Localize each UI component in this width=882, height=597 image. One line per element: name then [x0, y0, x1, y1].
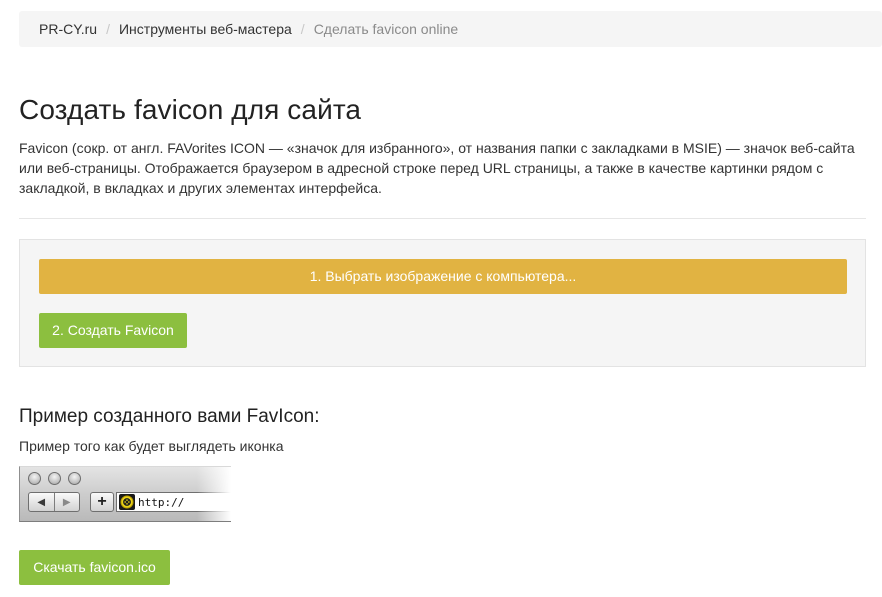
- divider: [19, 218, 866, 219]
- download-favicon-button[interactable]: Скачать favicon.ico: [19, 550, 170, 585]
- browser-address-bar: http://: [116, 492, 231, 512]
- forward-arrow-icon: ▶: [53, 493, 80, 511]
- window-minimize-dot: [48, 472, 61, 485]
- breadcrumb-separator: /: [106, 21, 110, 37]
- browser-preview: ◀ ▶ + http://: [19, 466, 231, 522]
- window-zoom-dot: [68, 472, 81, 485]
- example-subtitle: Пример того как будет выглядеть иконка: [19, 438, 284, 454]
- breadcrumb-separator: /: [300, 21, 305, 37]
- breadcrumb: PR-CY.ru / Инструменты веб-мастера / Сде…: [19, 11, 882, 47]
- window-close-dot: [28, 472, 41, 485]
- breadcrumb-link-home[interactable]: PR-CY.ru: [39, 21, 97, 37]
- favicon-preview-icon: [119, 494, 135, 510]
- create-favicon-button[interactable]: 2. Создать Favicon: [39, 313, 187, 348]
- breadcrumb-current: Сделать favicon online: [313, 21, 459, 37]
- browser-nav-buttons: ◀ ▶: [28, 492, 80, 512]
- page-title: Создать favicon для сайта: [19, 94, 362, 125]
- breadcrumb-link-tools[interactable]: Инструменты веб-мастера: [119, 21, 292, 37]
- new-tab-plus-icon: +: [90, 492, 114, 512]
- example-heading: Пример созданного вами FavIcon:: [19, 406, 320, 427]
- choose-image-button[interactable]: 1. Выбрать изображение с компьютера...: [39, 259, 847, 294]
- intro-text: Favicon (сокр. от англ. FAVorites ICON —…: [19, 140, 855, 196]
- browser-url-text: http://: [138, 495, 185, 509]
- upload-panel: 1. Выбрать изображение с компьютера... 2…: [19, 239, 866, 367]
- back-arrow-icon: ◀: [37, 496, 46, 508]
